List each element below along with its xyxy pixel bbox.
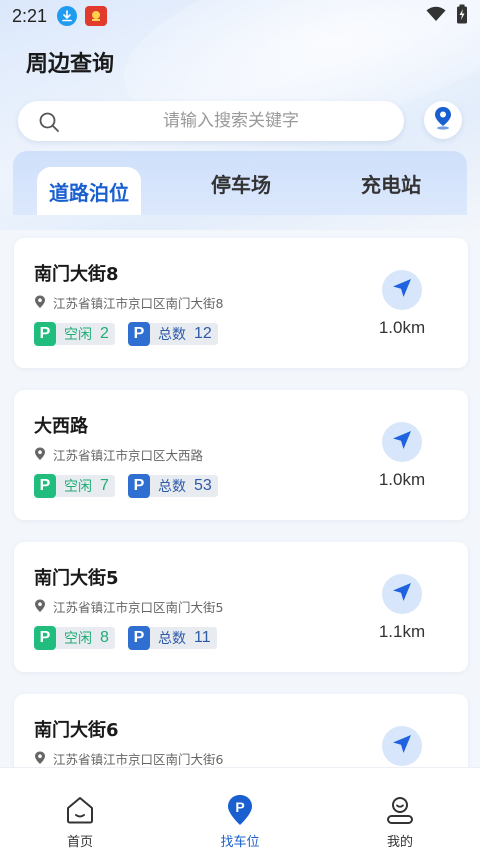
navigation-arrow-icon [391, 429, 413, 455]
nav-find-parking-label: 找车位 [220, 835, 260, 850]
parking-p-icon: P [34, 626, 56, 650]
parking-p-icon: P [34, 474, 56, 498]
parking-address: 江苏省镇江市京口区南门大街5 [53, 600, 224, 615]
total-spaces-badge: P 总数 11 [128, 626, 217, 650]
total-count: 53 [194, 477, 212, 494]
free-label: 空闲 [64, 479, 92, 495]
free-count: 8 [100, 629, 109, 646]
navigate-button[interactable] [382, 726, 422, 766]
search-input[interactable] [18, 101, 404, 141]
distance: 1.0km [378, 470, 426, 489]
nav-find-parking[interactable]: P 找车位 [180, 768, 300, 854]
total-spaces-badge: P 总数 53 [128, 474, 218, 498]
parking-p-icon: P [128, 322, 150, 346]
search-icon [38, 111, 60, 137]
location-button[interactable] [424, 101, 462, 139]
tab-road-parking[interactable]: 道路泊位 [37, 167, 141, 215]
bottom-navigation: 首页 P 找车位 我的 [0, 767, 480, 854]
location-pin-icon [34, 598, 46, 617]
tab-charging-station[interactable]: 充电站 [339, 151, 443, 215]
nav-home-label: 首页 [66, 835, 93, 850]
home-icon [65, 794, 95, 826]
tab-parking-lot[interactable]: 停车场 [189, 151, 293, 215]
wifi-icon [426, 6, 446, 26]
category-tabs: 道路泊位 停车场 充电站 [13, 151, 467, 215]
total-count: 11 [194, 629, 211, 646]
free-spaces-badge: P 空闲 7 [34, 474, 115, 498]
location-pin-icon [34, 294, 46, 313]
list-item[interactable]: 南门大街6 江苏省镇江市京口区南门大街6 [14, 694, 468, 767]
total-label: 总数 [158, 327, 186, 343]
parking-name: 南门大街8 [34, 264, 119, 285]
status-bar: 2:21 [0, 0, 480, 32]
parking-pin-icon: P [226, 794, 254, 826]
parking-address: 江苏省镇江市京口区大西路 [53, 448, 204, 463]
status-time: 2:21 [12, 5, 48, 26]
free-spaces-badge: P 空闲 2 [34, 322, 115, 346]
navigation-arrow-icon [391, 277, 413, 303]
total-count: 12 [194, 325, 212, 342]
navigate-button[interactable] [382, 270, 422, 310]
parking-list: 南门大街8 江苏省镇江市京口区南门大街8 P 空闲 2 P 总数 12 1.0km … [0, 215, 480, 767]
location-pin-icon [34, 446, 46, 465]
total-spaces-badge: P 总数 12 [128, 322, 218, 346]
distance: 1.1km [378, 622, 426, 641]
download-icon [57, 6, 78, 26]
location-pin-icon [433, 106, 453, 134]
battery-icon [456, 4, 468, 28]
free-count: 2 [100, 325, 109, 342]
free-label: 空闲 [64, 631, 92, 647]
parking-p-icon: P [128, 626, 150, 650]
user-icon [385, 794, 415, 826]
free-count: 7 [100, 477, 109, 494]
navigate-button[interactable] [382, 422, 422, 462]
navigation-arrow-icon [391, 581, 413, 607]
distance: 1.0km [378, 318, 426, 337]
nav-profile[interactable]: 我的 [340, 768, 460, 854]
free-label: 空闲 [64, 327, 92, 343]
parking-address: 江苏省镇江市京口区南门大街8 [53, 296, 224, 311]
parking-name: 大西路 [34, 416, 88, 437]
parking-name: 南门大街5 [34, 568, 119, 589]
total-label: 总数 [158, 631, 186, 647]
parking-address: 江苏省镇江市京口区南门大街6 [53, 752, 224, 767]
parking-p-icon: P [128, 474, 150, 498]
navigation-arrow-icon [391, 733, 413, 759]
list-item[interactable]: 大西路 江苏省镇江市京口区大西路 P 空闲 7 P 总数 53 1.0km [14, 390, 468, 520]
page-title: 周边查询 [26, 52, 115, 77]
list-item[interactable]: 南门大街5 江苏省镇江市京口区南门大街5 P 空闲 8 P 总数 11 1.1km [14, 542, 468, 672]
nav-home[interactable]: 首页 [20, 768, 140, 854]
location-pin-icon [34, 750, 46, 767]
navigate-button[interactable] [382, 574, 422, 614]
parking-p-icon: P [34, 322, 56, 346]
free-spaces-badge: P 空闲 8 [34, 626, 115, 650]
list-item[interactable]: 南门大街8 江苏省镇江市京口区南门大街8 P 空闲 2 P 总数 12 1.0km [14, 238, 468, 368]
parking-name: 南门大街6 [34, 720, 119, 741]
search-bar[interactable] [18, 101, 404, 141]
app-notification-icon [85, 6, 108, 26]
nav-profile-label: 我的 [386, 835, 413, 850]
total-label: 总数 [158, 479, 186, 495]
svg-text:P: P [235, 799, 244, 815]
